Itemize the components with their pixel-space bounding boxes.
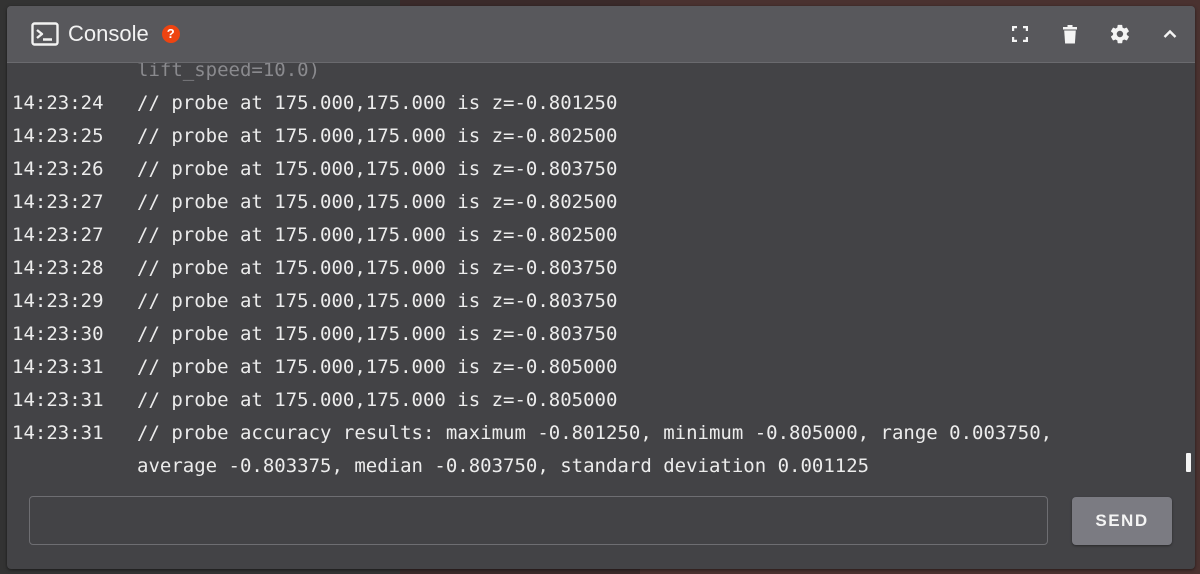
log-entry: 14:23:31 // probe accuracy results: maxi… [7, 417, 1195, 450]
header-actions [995, 6, 1195, 62]
chevron-up-icon [1163, 29, 1177, 39]
terminal-icon [31, 22, 59, 46]
fullscreen-icon [1012, 26, 1028, 42]
log-entry: 14:23:27 // probe at 175.000,175.000 is … [7, 186, 1195, 219]
log-message: // probe accuracy results: maximum -0.80… [137, 422, 1053, 444]
log-time: 14:23:29 [12, 290, 104, 312]
log-message: // probe at 175.000,175.000 is z=-0.8012… [137, 92, 618, 114]
gear-icon [1109, 23, 1131, 45]
log-message-continuation: average -0.803375, median -0.803750, sta… [137, 455, 870, 477]
log-entry: 14:23:28 // probe at 175.000,175.000 is … [7, 252, 1195, 285]
log-entry: 14:23:31 // probe at 175.000,175.000 is … [7, 351, 1195, 384]
help-icon[interactable]: ? [161, 25, 180, 43]
log-entry: 14:23:25 // probe at 175.000,175.000 is … [7, 120, 1195, 153]
log-entry: 14:23:30 // probe at 175.000,175.000 is … [7, 318, 1195, 351]
log-message: // probe at 175.000,175.000 is z=-0.8050… [137, 389, 618, 411]
log-message: // probe at 175.000,175.000 is z=-0.8025… [137, 191, 618, 213]
log-entry: 14:23:24 // probe at 175.000,175.000 is … [7, 87, 1195, 120]
log-message: // probe at 175.000,175.000 is z=-0.8050… [137, 356, 618, 378]
log-entry: 14:23:29 // probe at 175.000,175.000 is … [7, 285, 1195, 318]
log-message: // probe at 175.000,175.000 is z=-0.8025… [137, 125, 618, 147]
log-entry: 14:23:27 // probe at 175.000,175.000 is … [7, 219, 1195, 252]
log-time: 14:23:27 [12, 191, 104, 213]
fullscreen-button[interactable] [995, 6, 1045, 62]
log-time: 14:23:30 [12, 323, 104, 345]
log-message: // probe at 175.000,175.000 is z=-0.8037… [137, 290, 618, 312]
command-input[interactable] [29, 496, 1048, 545]
log-scrollbar-thumb[interactable] [1186, 453, 1191, 472]
collapse-button[interactable] [1145, 6, 1195, 62]
log-entry-continuation: average -0.803375, median -0.803750, sta… [7, 450, 1195, 478]
trash-icon [1062, 24, 1078, 44]
send-button[interactable]: SEND [1072, 497, 1172, 545]
console-panel: Console ? lift_speed=10.0) 14:23:24 // p… [7, 6, 1195, 569]
clear-console-button[interactable] [1045, 6, 1095, 62]
log-entry: 14:23:26 // probe at 175.000,175.000 is … [7, 153, 1195, 186]
log-time: 14:23:28 [12, 257, 104, 279]
log-message: // probe at 175.000,175.000 is z=-0.8037… [137, 257, 618, 279]
console-header: Console ? [7, 6, 1195, 63]
log-time: 14:23:25 [12, 125, 104, 147]
log-time: 14:23:27 [12, 224, 104, 246]
console-title: Console [68, 21, 149, 46]
log-message: // probe at 175.000,175.000 is z=-0.8037… [137, 323, 618, 345]
log-time: 14:23:24 [12, 92, 104, 114]
log-partial-row: lift_speed=10.0) [7, 63, 1195, 87]
log-message: // probe at 175.000,175.000 is z=-0.8025… [137, 224, 618, 246]
log-time: 14:23:26 [12, 158, 104, 180]
log-message: // probe at 175.000,175.000 is z=-0.8037… [137, 158, 618, 180]
settings-button[interactable] [1095, 6, 1145, 62]
log-time: 14:23:31 [12, 389, 104, 411]
log-time: 14:23:31 [12, 356, 104, 378]
console-log[interactable]: lift_speed=10.0) 14:23:24 // probe at 17… [7, 63, 1195, 478]
console-title-group: Console ? [31, 21, 180, 47]
log-time: 14:23:31 [12, 422, 104, 444]
log-entry: 14:23:31 // probe at 175.000,175.000 is … [7, 384, 1195, 417]
log-partial-text: lift_speed=10.0) [137, 63, 321, 81]
